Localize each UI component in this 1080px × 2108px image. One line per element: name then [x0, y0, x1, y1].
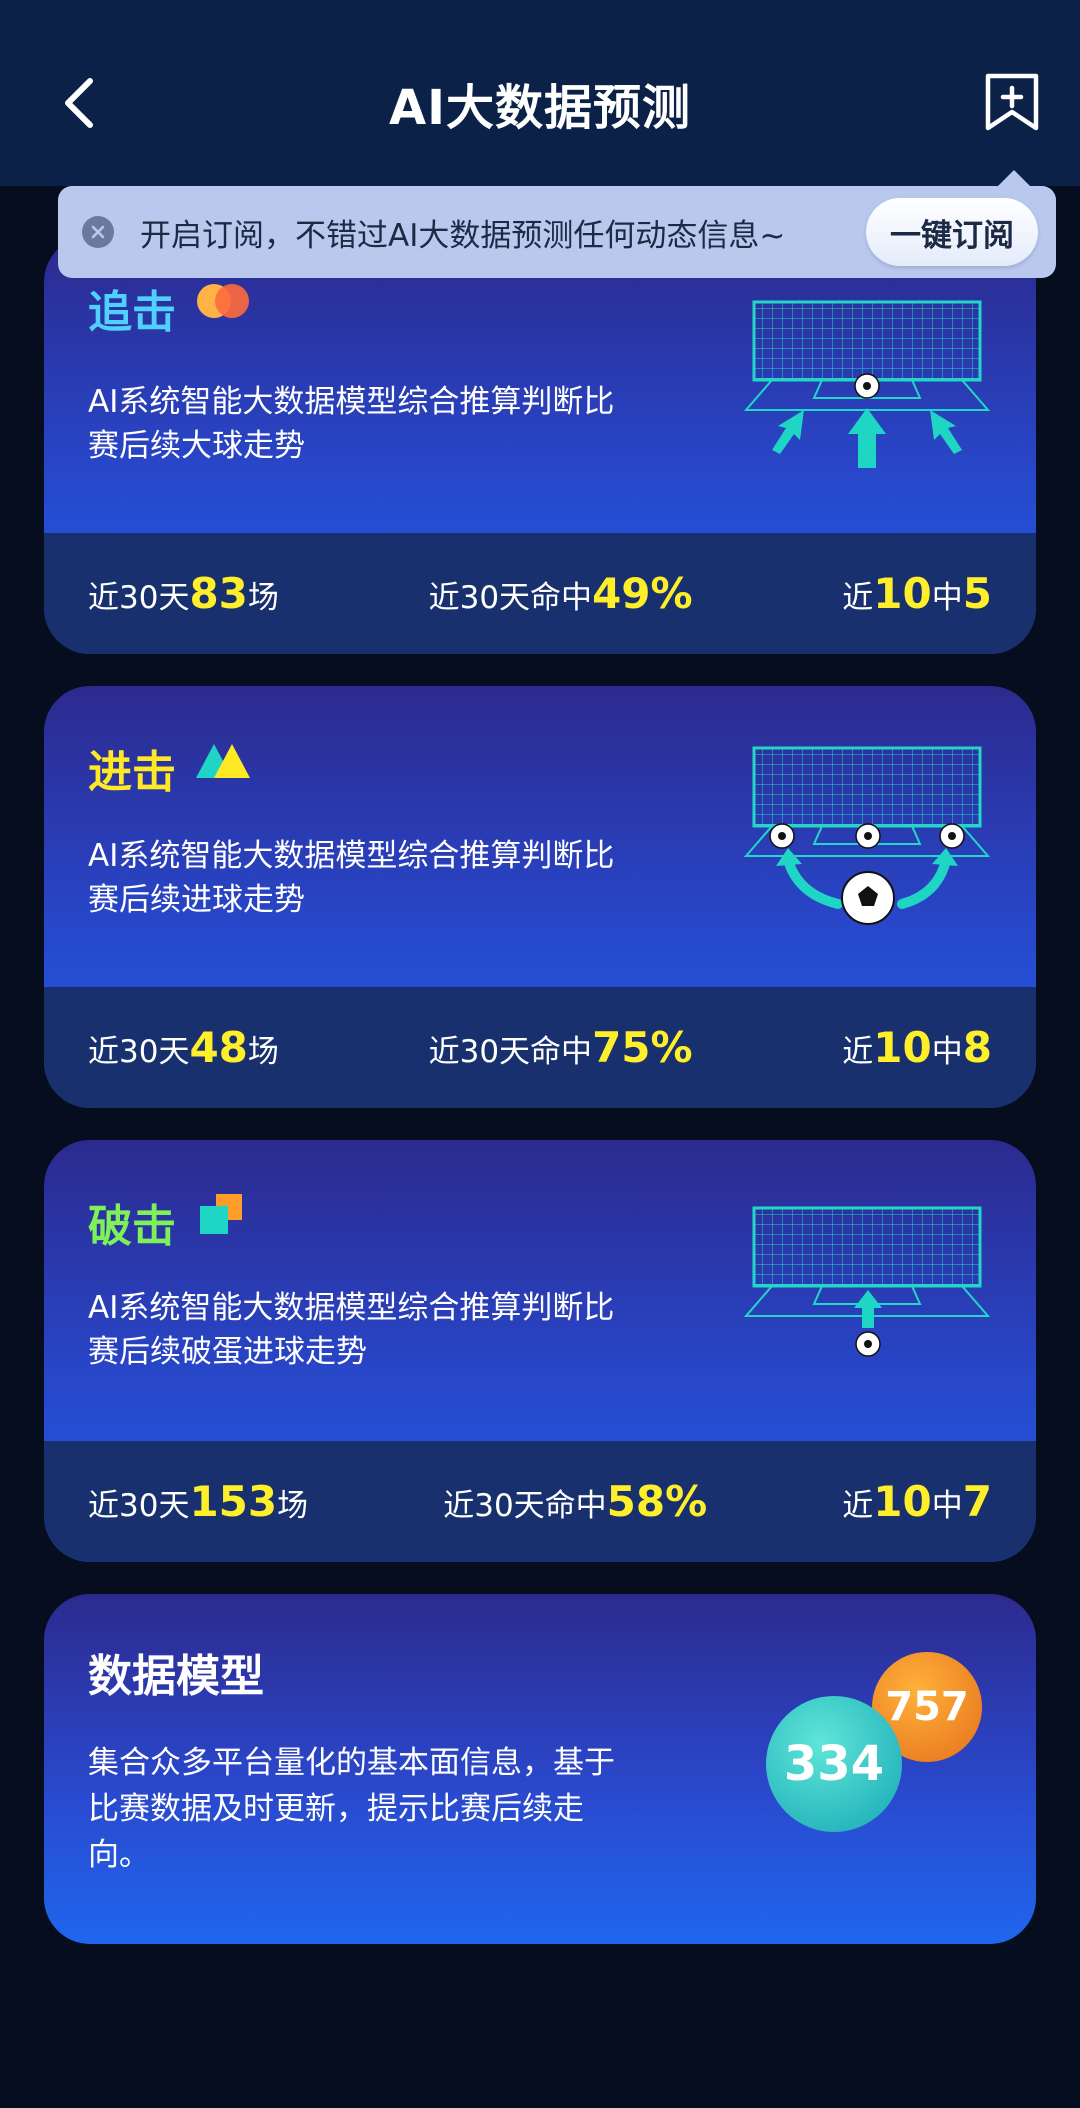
- overlap-circles-icon: [197, 284, 249, 318]
- card-title: 进击: [88, 747, 176, 798]
- card-break[interactable]: 破击 AI系统智能大数据模型综合推算判断比 赛后续破蛋进球走势 近30天153场…: [44, 1140, 1036, 1562]
- card-data-model[interactable]: 数据模型 集合众多平台量化的基本面信息，基于 比赛数据及时更新，提示比赛后续走 …: [44, 1594, 1036, 1944]
- bookmark-button[interactable]: [982, 72, 1042, 134]
- stat-matches: 近30天83场: [88, 569, 279, 618]
- triangles-icon: [196, 744, 250, 778]
- stat-recent: 近10中5: [842, 569, 992, 618]
- subscribe-button[interactable]: 一键订阅: [866, 198, 1038, 266]
- bookmark-add-icon: [985, 73, 1039, 131]
- card-chase[interactable]: 追击 AI系统智能大数据模型综合推算判断比 赛后续大球走势 近30天83场 近3…: [44, 236, 1036, 654]
- header-bar: AI大数据预测: [0, 0, 1080, 186]
- card-stats: 近30天83场 近30天命中49% 近10中5: [44, 533, 1036, 654]
- card-description: 集合众多平台量化的基本面信息，基于 比赛数据及时更新，提示比赛后续走 向。: [88, 1745, 615, 1873]
- page-title: AI大数据预测: [388, 80, 691, 136]
- close-banner-button[interactable]: [82, 216, 114, 248]
- stat-hit-rate: 近30天命中58%: [443, 1477, 708, 1526]
- subscribe-text: 开启订阅，不错过AI大数据预测任何动态信息~: [140, 217, 786, 254]
- subscribe-banner: 开启订阅，不错过AI大数据预测任何动态信息~ 一键订阅: [58, 170, 1056, 278]
- stat-matches: 近30天48场: [88, 1023, 279, 1072]
- card-description: AI系统智能大数据模型综合推算判断比 赛后续大球走势: [88, 384, 615, 464]
- card-stats: 近30天48场 近30天命中75% 近10中8: [44, 987, 1036, 1108]
- bubble-teal: 334: [766, 1696, 902, 1832]
- goal-break-illustration: [743, 1206, 991, 1357]
- card-description: AI系统智能大数据模型综合推算判断比 赛后续破蛋进球走势: [88, 1290, 615, 1370]
- squares-icon: [200, 1194, 242, 1234]
- stat-hit-rate: 近30天命中75%: [428, 1023, 693, 1072]
- card-title: 破击: [88, 1201, 176, 1252]
- close-icon: [91, 225, 105, 239]
- card-description: AI系统智能大数据模型综合推算判断比 赛后续进球走势: [88, 838, 615, 918]
- card-title: 数据模型: [88, 1651, 264, 1702]
- stat-matches: 近30天153场: [88, 1477, 309, 1526]
- stat-hit-rate: 近30天命中49%: [428, 569, 693, 618]
- card-title: 追击: [88, 287, 176, 338]
- stat-recent: 近10中7: [842, 1477, 992, 1526]
- card-stats: 近30天153场 近30天命中58% 近10中7: [44, 1441, 1036, 1562]
- goal-shots-illustration: [743, 746, 991, 925]
- card-attack[interactable]: 进击 AI系统智能大数据模型综合推算判断比 赛后续进球走势 近30天48场 近3…: [44, 686, 1036, 1108]
- goal-attack-illustration: [743, 300, 991, 468]
- stat-recent: 近10中8: [842, 1023, 992, 1072]
